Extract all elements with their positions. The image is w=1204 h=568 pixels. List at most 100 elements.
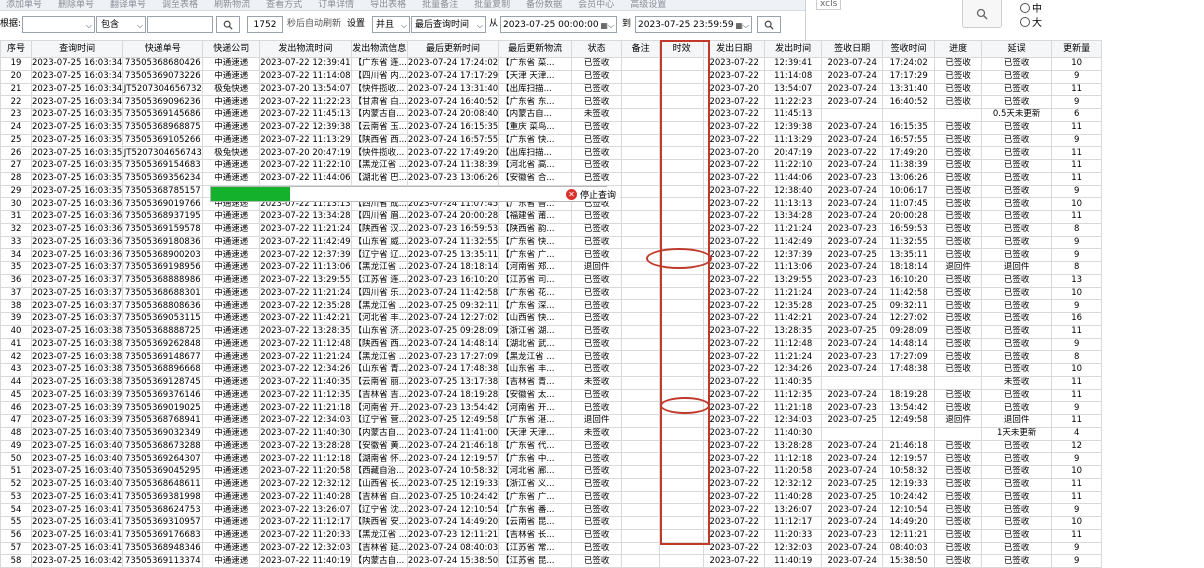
- top-menu-item[interactable]: 查看方式: [266, 1, 302, 10]
- column-header[interactable]: 序号: [0, 40, 32, 58]
- table-row[interactable]: 31 2023-07-25 16:03:36 73505368937195 中通速递 2…: [0, 210, 1103, 224]
- table-cell: 2023-07-22 11:42:49: [259, 235, 352, 250]
- radio-large[interactable]: 大: [1020, 14, 1042, 29]
- table-row[interactable]: 56 2023-07-25 16:03:41 73505369176683 中通速递 2…: [0, 528, 1103, 543]
- table-row[interactable]: 58 2023-07-25 16:03:42 73505369113374 中通速递 2…: [0, 554, 1103, 568]
- table-row[interactable]: 45 2023-07-25 16:03:39 73505369376146 中通速递 2…: [0, 388, 1103, 403]
- column-header[interactable]: 时效: [659, 40, 705, 58]
- field-select[interactable]: ⌵: [22, 16, 95, 33]
- table-row[interactable]: 43 2023-07-25 16:03:38 73505368896668 中通速递 2…: [0, 363, 1103, 377]
- table-row[interactable]: 35 2023-07-25 16:03:37 73505369198956 中通速递 2…: [0, 261, 1103, 275]
- to-datetime-picker[interactable]: 2023-07-25 23:59:59 ▦⌵: [635, 16, 752, 33]
- column-header[interactable]: 最后更新物流: [498, 40, 573, 58]
- table-row[interactable]: 57 2023-07-25 16:03:41 73505368948346 中通速递 2…: [0, 541, 1103, 556]
- table-row[interactable]: 27 2023-07-25 16:03:35 73505369154683 中通速递 2…: [0, 159, 1103, 173]
- table-row[interactable]: 42 2023-07-25 16:03:38 73505369148677 中通速递 2…: [0, 350, 1103, 364]
- table-cell: 31: [0, 210, 32, 224]
- column-header[interactable]: 最后更新时间: [406, 40, 500, 58]
- table-cell: 已签收: [981, 541, 1053, 556]
- column-header[interactable]: 备注: [621, 40, 661, 58]
- table-row[interactable]: 48 2023-07-25 16:03:40 73505369032349 中通速递 2…: [0, 426, 1103, 441]
- table-row[interactable]: 32 2023-07-25 16:03:36 73505369159578 中通速递 2…: [0, 222, 1103, 237]
- table-row[interactable]: 47 2023-07-25 16:03:39 73505368768941 中通速递 2…: [0, 414, 1103, 428]
- column-header[interactable]: 状态: [571, 40, 623, 58]
- time-field-select[interactable]: 最后查询时间 ⌵: [411, 16, 486, 33]
- table-cell: 2023-07-23: [821, 171, 884, 186]
- table-row[interactable]: 23 2023-07-25 16:03:35 73505369145686 中通速递 2…: [0, 108, 1103, 122]
- calendar-icon[interactable]: ▦⌵: [600, 17, 614, 34]
- refresh-seconds-input[interactable]: 1752: [247, 16, 283, 33]
- table-cell: 73505368688301: [122, 286, 204, 301]
- filter-search-button[interactable]: [216, 16, 240, 33]
- top-menu-item[interactable]: 导出表格: [370, 1, 406, 10]
- keyword-input[interactable]: [147, 16, 213, 33]
- from-datetime-picker[interactable]: 2023-07-25 00:00:00 ▦⌵: [500, 16, 617, 33]
- table-row[interactable]: 34 2023-07-25 16:03:36 73505368900203 中通速递 2…: [0, 248, 1103, 262]
- stop-query-button[interactable]: ✕ 停止查询: [566, 187, 621, 201]
- top-menu-item[interactable]: 订单详情: [318, 1, 354, 10]
- table-row[interactable]: 46 2023-07-25 16:03:39 73505369019025 中通速递 2…: [0, 401, 1103, 415]
- table-row[interactable]: 19 2023-07-25 16:03:34 73505368680426 中通速递 2…: [0, 57, 1103, 71]
- table-row[interactable]: 22 2023-07-25 16:03:34 73505369096236 中通速递 2…: [0, 95, 1103, 109]
- table-row[interactable]: 38 2023-07-25 16:03:37 73505368808636 中通速递 2…: [0, 299, 1103, 313]
- top-menu-item[interactable]: 刷新物流: [214, 1, 250, 10]
- calendar-icon[interactable]: ▦⌵: [735, 17, 749, 34]
- search-button[interactable]: [962, 0, 1002, 28]
- date-search-button[interactable]: [757, 16, 781, 33]
- top-menu-item[interactable]: 会员中心: [578, 1, 614, 10]
- table-row[interactable]: 39 2023-07-25 16:03:37 73505369053115 中通速递 2…: [0, 312, 1103, 326]
- logic-select[interactable]: 并且 ⌵: [372, 16, 410, 33]
- table-row[interactable]: 41 2023-07-25 16:03:38 73505369262848 中通速递 2…: [0, 337, 1103, 352]
- table-row[interactable]: 24 2023-07-25 16:03:35 73505368968875 中通速递 2…: [0, 120, 1103, 135]
- table-row[interactable]: 44 2023-07-25 16:03:38 73505369128745 中通速递 2…: [0, 375, 1103, 390]
- top-menu-item[interactable]: 调至表格: [162, 1, 198, 10]
- top-menu-item[interactable]: 高级设置: [630, 1, 666, 10]
- column-header[interactable]: 签收日期: [821, 40, 884, 58]
- top-menu-item[interactable]: 备份数据: [526, 1, 562, 10]
- top-menu-item[interactable]: 添加单号: [6, 1, 42, 10]
- table-row[interactable]: 40 2023-07-25 16:03:38 73505368888725 中通速递 2…: [0, 324, 1103, 339]
- table-row[interactable]: 25 2023-07-25 16:03:35 73505369105266 中通速递 2…: [0, 133, 1103, 148]
- table-row[interactable]: 20 2023-07-25 16:03:34 73505369073226 中通速递 2…: [0, 69, 1103, 84]
- table-cell: 2023-07-25 16:03:38: [30, 350, 124, 364]
- top-menu-item[interactable]: 批量复制: [474, 1, 510, 10]
- column-header[interactable]: 延误: [981, 40, 1053, 58]
- table-row[interactable]: 26 2023-07-25 16:03:35 JT5207304656743 极兔快递…: [0, 146, 1103, 160]
- table-cell: 【广东省 快...: [498, 235, 573, 250]
- column-header[interactable]: 签收时间: [882, 40, 936, 58]
- table-cell: 9: [1051, 503, 1103, 517]
- top-menu-item[interactable]: 翻译单号: [110, 1, 146, 10]
- column-header[interactable]: 查询时间: [30, 40, 124, 58]
- column-header[interactable]: 发出物流信息: [350, 40, 408, 58]
- table-row[interactable]: 49 2023-07-25 16:03:40 73505368673288 中通速递 2…: [0, 439, 1103, 454]
- column-header[interactable]: 快递公司: [202, 40, 261, 58]
- table-row[interactable]: 55 2023-07-25 16:03:41 73505369310957 中通速递 2…: [0, 516, 1103, 530]
- settings-button[interactable]: 设置: [347, 16, 365, 33]
- table-cell: 73505369045295: [122, 465, 204, 479]
- column-header[interactable]: 快递单号: [122, 40, 204, 58]
- column-header[interactable]: 发出物流时间: [259, 40, 352, 58]
- table-row[interactable]: 53 2023-07-25 16:03:41 73505369381998 中通速递 2…: [0, 490, 1103, 505]
- column-header[interactable]: 进度: [934, 40, 983, 58]
- radio-medium[interactable]: 中: [1020, 0, 1042, 15]
- top-menu-item[interactable]: 删除单号: [58, 1, 94, 10]
- table-row[interactable]: 37 2023-07-25 16:03:37 73505368688301 中通速递 2…: [0, 286, 1103, 301]
- table-row[interactable]: 54 2023-07-25 16:03:41 73505368624753 中通速递 2…: [0, 503, 1103, 517]
- table-row[interactable]: 51 2023-07-25 16:03:40 73505369045295 中通速递 2…: [0, 465, 1103, 479]
- excel-label[interactable]: xcls: [816, 0, 842, 10]
- table-row[interactable]: 50 2023-07-25 16:03:40 73505369264307 中通速递 2…: [0, 452, 1103, 466]
- table-cell: [621, 312, 661, 326]
- column-header[interactable]: 发出日期: [703, 40, 766, 58]
- table-row[interactable]: 21 2023-07-25 16:03:34 JT5207304656732 极兔快递…: [0, 82, 1103, 97]
- table-row[interactable]: 52 2023-07-25 16:03:40 73505368648611 中通速递 2…: [0, 477, 1103, 492]
- table-cell: 2023-07-24 14:49:20: [406, 516, 500, 530]
- top-menu-item[interactable]: 批量备注: [422, 1, 458, 10]
- column-header[interactable]: 更新量: [1051, 40, 1103, 58]
- contains-select[interactable]: 包含 ⌵: [96, 16, 146, 33]
- table-row[interactable]: 33 2023-07-25 16:03:36 73505369180836 中通速递 2…: [0, 235, 1103, 250]
- column-header[interactable]: 发出时间: [764, 40, 823, 58]
- table-cell: 已签收: [934, 363, 983, 377]
- table-row[interactable]: 36 2023-07-25 16:03:37 73505368888986 中通速递 2…: [0, 273, 1103, 288]
- table-cell: 2023-07-22 11:40:28: [259, 490, 352, 505]
- table-row[interactable]: 28 2023-07-25 16:03:35 73505369356234 中通速递 2…: [0, 171, 1103, 186]
